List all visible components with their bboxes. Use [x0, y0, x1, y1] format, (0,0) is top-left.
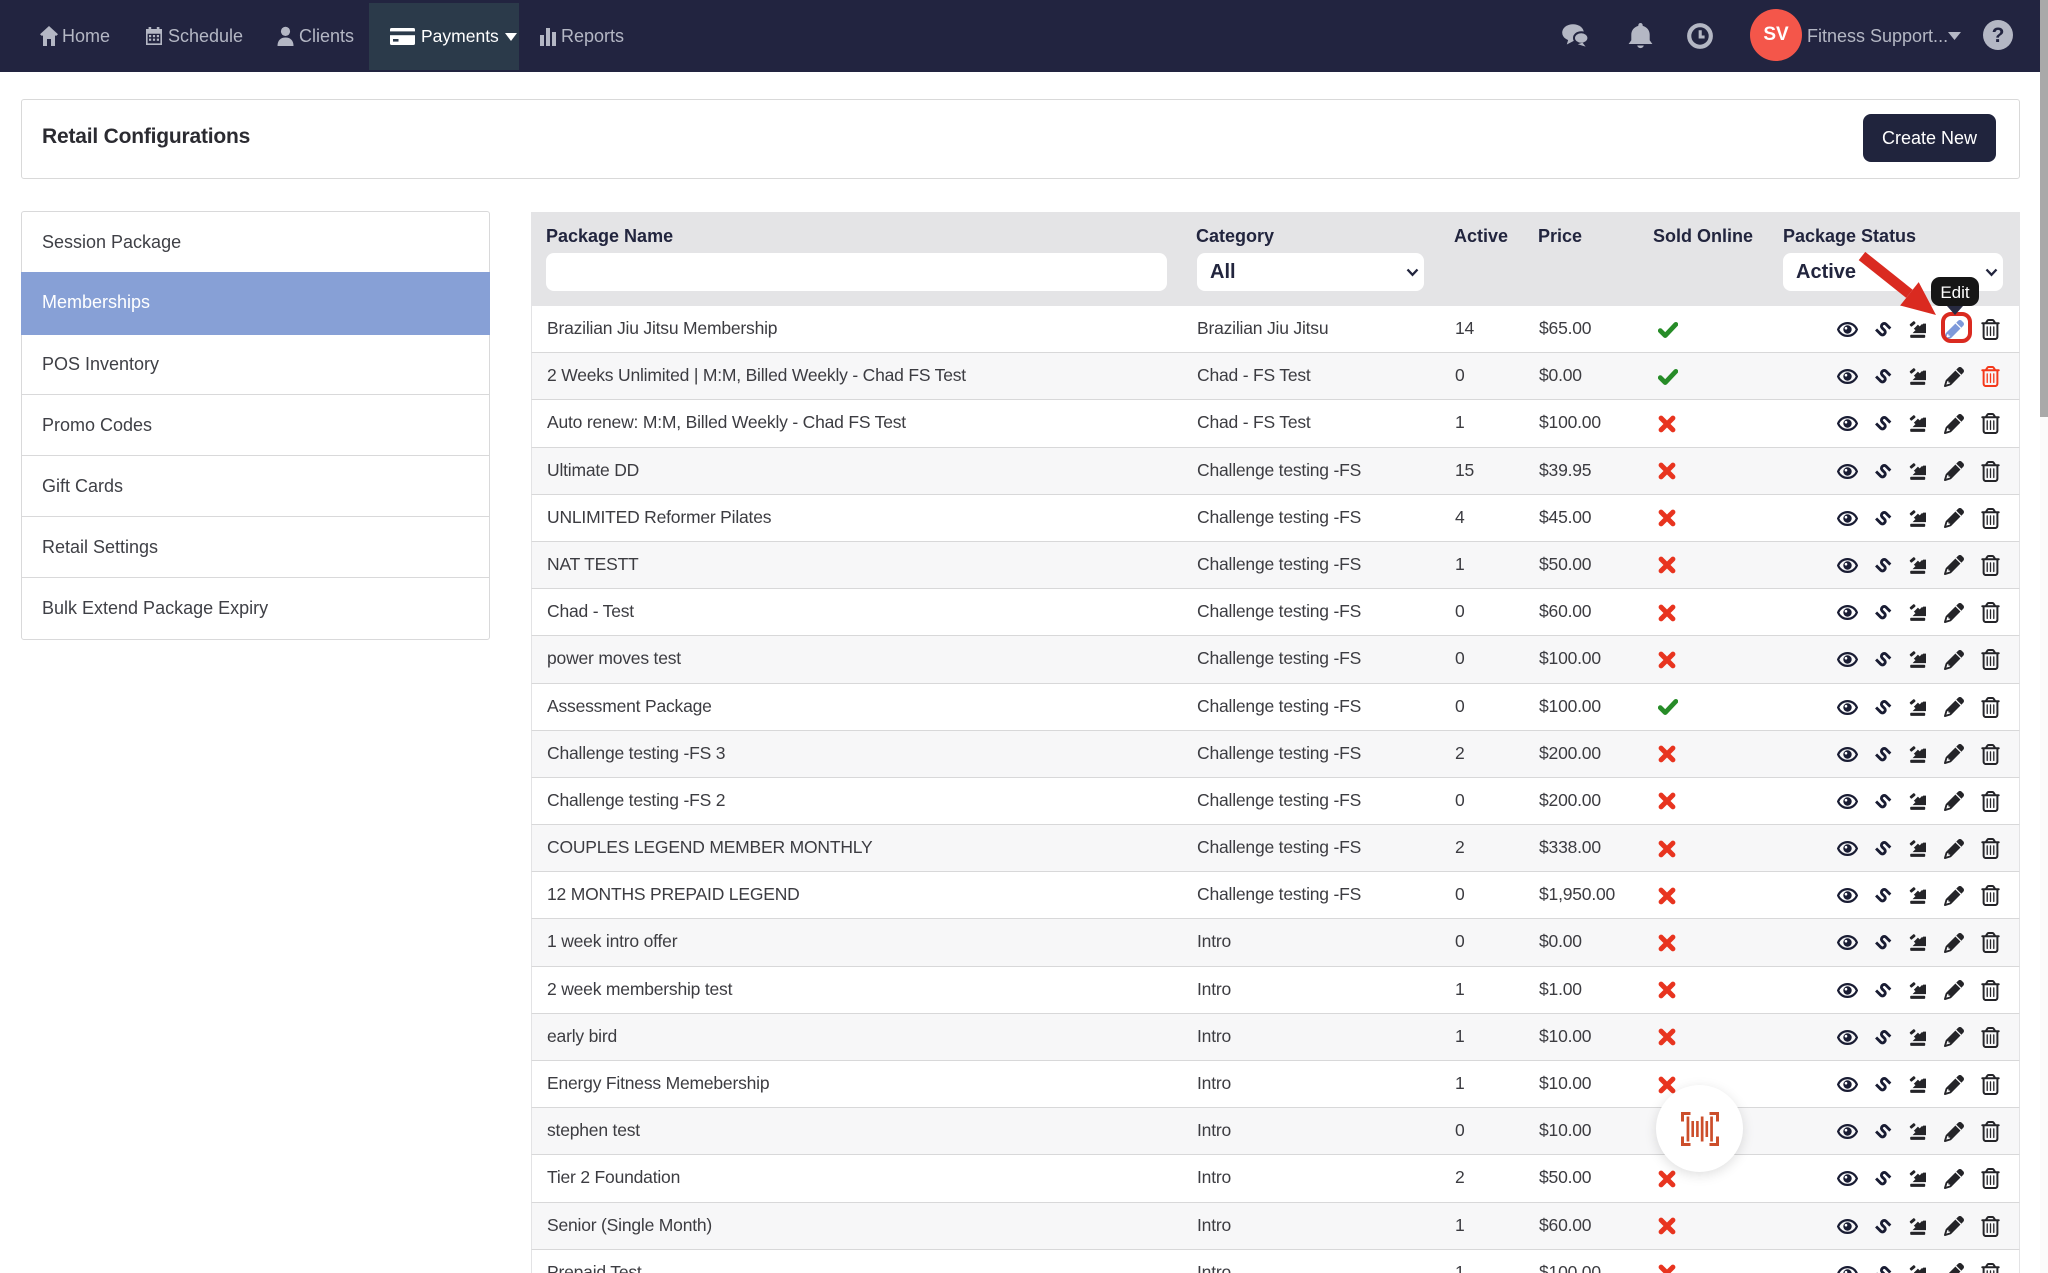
svg-text:Edit: Edit	[1940, 283, 1970, 302]
